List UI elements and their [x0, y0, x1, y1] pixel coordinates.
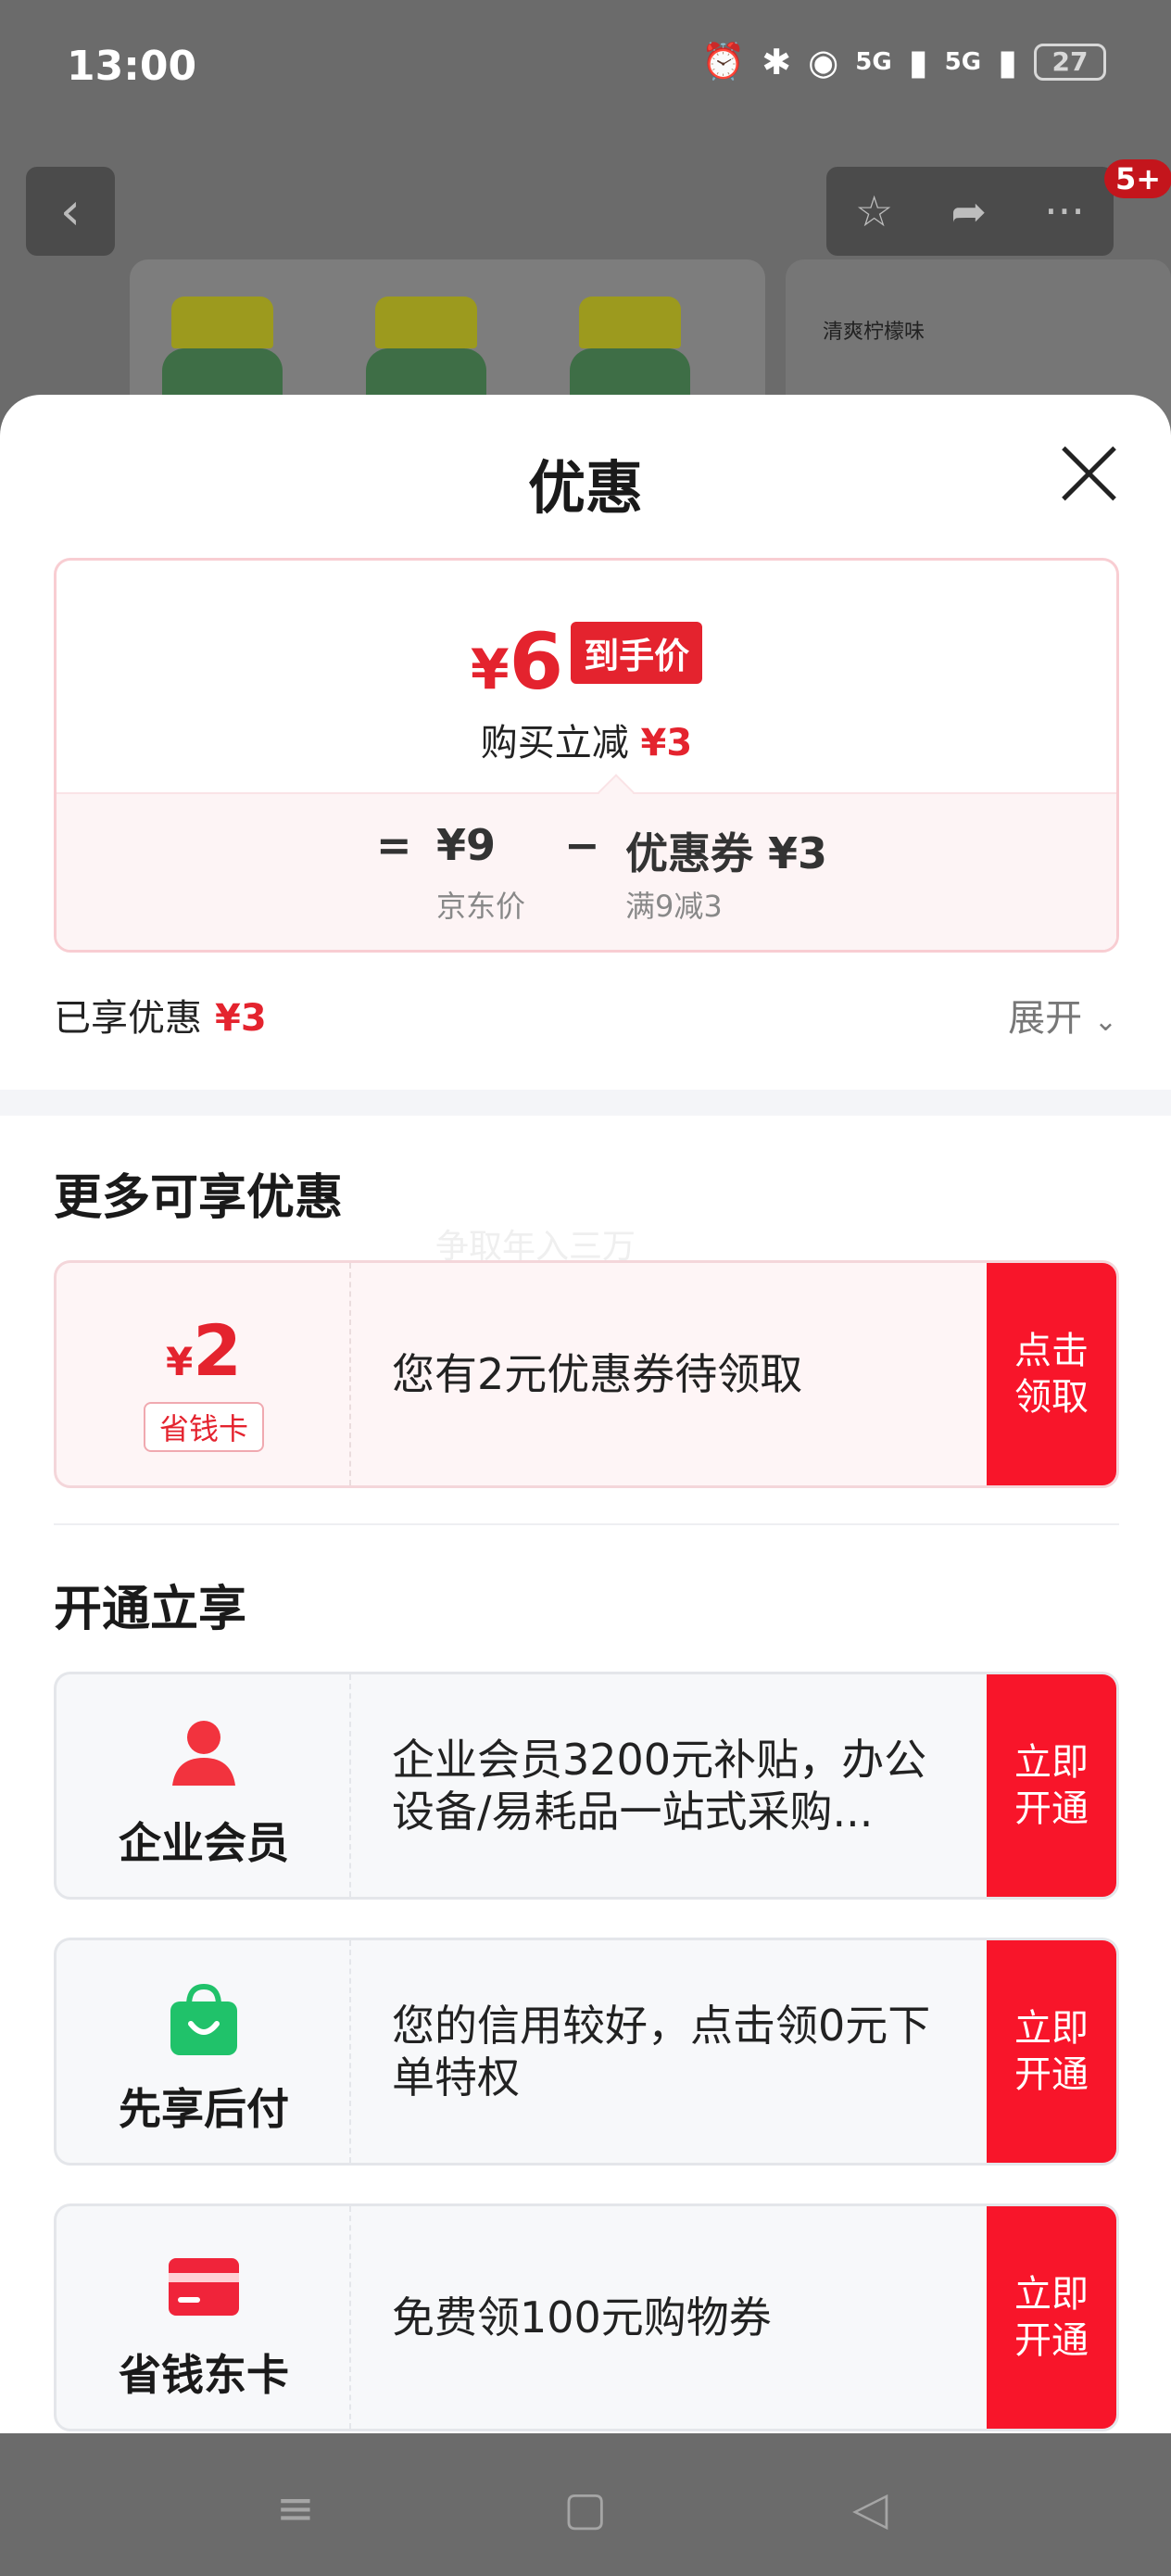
- jd-price: ¥9: [436, 820, 497, 870]
- back-nav-icon[interactable]: ◁: [852, 2481, 888, 2535]
- pay-later-label: 先享后付: [119, 2084, 289, 2134]
- instant-cut: 购买立减 ¥3: [480, 722, 693, 764]
- signal-icon-2: ▮: [998, 41, 1017, 82]
- saving-card-label: 省钱东卡: [119, 2350, 289, 2400]
- back-button[interactable]: ‹: [26, 167, 115, 256]
- home-icon[interactable]: ▢: [563, 2481, 607, 2535]
- card-icon: [169, 2258, 239, 2316]
- alarm-icon: ⏰: [700, 41, 746, 82]
- open-benefits-title: 开通立享: [54, 1582, 247, 1637]
- section-divider: [0, 1090, 1171, 1116]
- minus-sign: −: [564, 820, 600, 870]
- sheet-title: 优惠: [527, 454, 643, 522]
- coupon-rule: 满9减3: [625, 889, 723, 924]
- final-price-tag: 到手价: [571, 622, 703, 684]
- open-pay-later-button[interactable]: 立即开通: [987, 1940, 1116, 2163]
- shopping-bag-icon: [170, 1983, 237, 2055]
- claim-button[interactable]: 点击领取: [987, 1263, 1116, 1485]
- chevron-left-icon: ‹: [59, 181, 82, 242]
- chevron-down-icon: ⌄: [1093, 1005, 1117, 1038]
- menu-icon[interactable]: ≡: [276, 2481, 315, 2535]
- share-icon[interactable]: ➦: [951, 186, 987, 236]
- signal-label-1: 5G: [855, 47, 892, 76]
- more-discounts-title: 更多可享优惠: [54, 1170, 344, 1226]
- pay-later-offer: 先享后付 您的信用较好，点击领0元下单特权 立即开通: [54, 1938, 1119, 2166]
- status-icons: ⏰ ✱ ◉ 5G ▮ 5G ▮ 27: [701, 41, 1106, 82]
- signal-label-2: 5G: [944, 47, 982, 76]
- saved-discount: 已享优惠 ¥3: [54, 997, 267, 1040]
- status-bar: 13:00 ⏰ ✱ ◉ 5G ▮ 5G ▮ 27: [0, 0, 1171, 139]
- money-card-text: 您有2元优惠券待领取: [392, 1349, 803, 1399]
- pay-later-text: 您的信用较好，点击领0元下单特权: [392, 2001, 931, 2102]
- person-icon: [172, 1721, 235, 1786]
- product-page-background: ‹ ☆ ➦ ··· 5+ 清爽柠檬味: [0, 139, 1171, 460]
- bluetooth-icon: ✱: [762, 41, 792, 82]
- side-card-text: 清爽柠檬味: [823, 321, 925, 344]
- final-price: ¥6 到手价: [57, 616, 1116, 707]
- cart-badge: 5+: [1104, 159, 1171, 198]
- enterprise-member-offer: 企业会员 企业会员3200元补贴，办公设备/易耗品一站式采购... 立即开通: [54, 1672, 1119, 1900]
- expand-button[interactable]: 展开 ⌄: [1008, 988, 1117, 1042]
- open-saving-card-button[interactable]: 立即开通: [987, 2206, 1116, 2429]
- status-time: 13:00: [67, 43, 197, 90]
- saving-card-offer: 省钱东卡 免费领100元购物券 立即开通: [54, 2203, 1119, 2431]
- system-nav-bar: ≡ ▢ ◁: [0, 2433, 1171, 2576]
- money-card-offer: ¥2 省钱卡 您有2元优惠券待领取 点击领取: [54, 1260, 1119, 1488]
- saving-card-text: 免费领100元购物券: [392, 2292, 772, 2342]
- money-card-label: 省钱卡: [144, 1402, 264, 1452]
- enterprise-member-label: 企业会员: [119, 1818, 289, 1868]
- discount-sheet: 优惠 ¥6 到手价 购买立减 ¥3 = ¥9 京东价 − 优惠券 ¥3 满9减3 …: [0, 395, 1171, 2433]
- separator: [54, 1523, 1119, 1525]
- more-icon[interactable]: ···: [1044, 186, 1085, 236]
- battery-indicator: 27: [1034, 43, 1106, 81]
- open-enterprise-button[interactable]: 立即开通: [987, 1674, 1116, 1897]
- signal-icon: ▮: [908, 41, 928, 82]
- price-breakdown: ¥6 到手价 购买立减 ¥3 = ¥9 京东价 − 优惠券 ¥3 满9减3: [54, 558, 1119, 953]
- coupon-amount: ¥2: [165, 1309, 243, 1392]
- jd-price-label: 京东价: [436, 889, 526, 924]
- enterprise-member-text: 企业会员3200元补贴，办公设备/易耗品一站式采购...: [392, 1735, 927, 1837]
- location-icon: ◉: [808, 41, 839, 82]
- close-icon[interactable]: [1058, 443, 1119, 504]
- star-icon[interactable]: ☆: [855, 186, 893, 236]
- top-actions: ☆ ➦ ···: [826, 167, 1114, 256]
- coupon-value: 优惠券 ¥3: [625, 828, 828, 878]
- equals-sign: =: [376, 820, 412, 870]
